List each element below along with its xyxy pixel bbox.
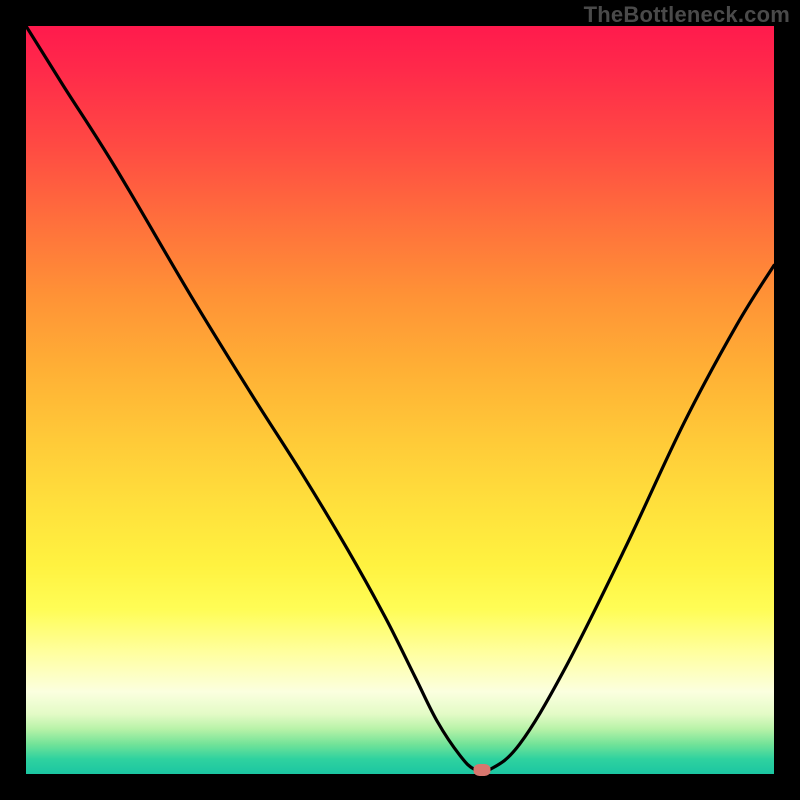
bottleneck-curve: [26, 26, 774, 774]
minimum-marker: [474, 764, 491, 776]
watermark-text: TheBottleneck.com: [584, 2, 790, 28]
chart-frame: TheBottleneck.com: [0, 0, 800, 800]
plot-area: [26, 26, 774, 774]
